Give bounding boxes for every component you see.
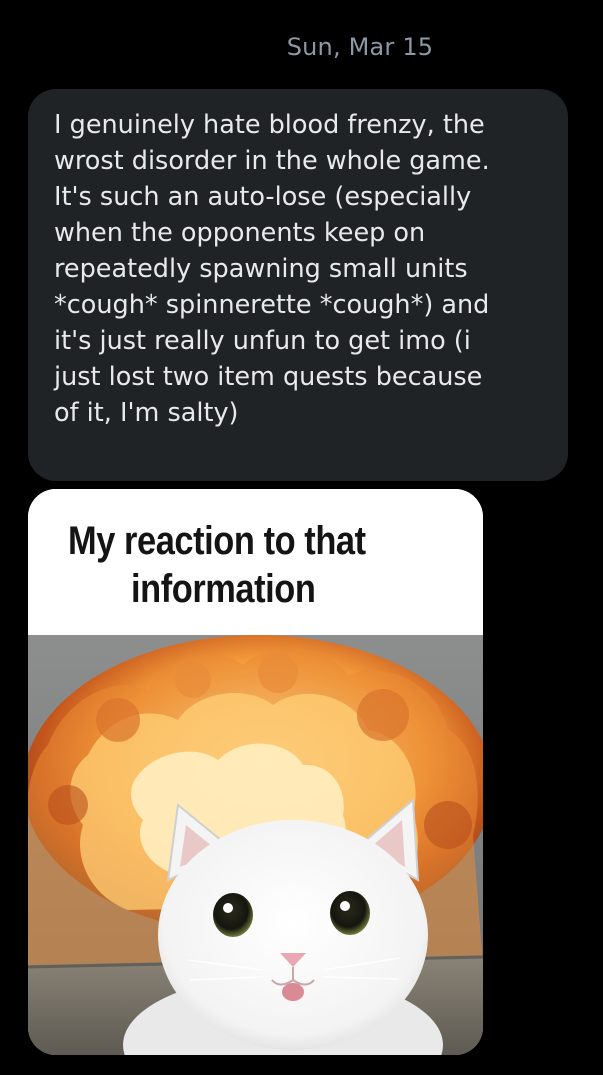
message-text-line: *cough* spinnerette *cough*) and	[54, 290, 490, 320]
message-text-line: repeatedly spawning small units	[54, 254, 468, 284]
message-text-line: of it, I'm salty)	[54, 398, 239, 428]
meme-caption-line: My reaction to that	[68, 519, 366, 563]
message-text-line: It's such an auto-lose (especially	[54, 182, 472, 212]
message-text-line: it's just really unfun to get imo (i	[54, 326, 471, 356]
meme-caption: My reaction to that information	[28, 489, 483, 635]
message-bubble[interactable]: I genuinely hate blood frenzy, the wrost…	[28, 89, 568, 481]
cat-explosion-photo	[28, 635, 483, 1055]
message-text-line: wrost disorder in the whole game.	[54, 146, 490, 176]
message-text-line: just lost two item quests because	[54, 362, 483, 392]
meme-caption-line: information	[131, 567, 316, 611]
meme-image-attachment[interactable]: My reaction to that information	[28, 489, 483, 1055]
message-text-line: I genuinely hate blood frenzy, the	[54, 110, 485, 140]
cat-tongue	[282, 983, 304, 1001]
date-divider: Sun, Mar 15	[286, 33, 434, 61]
message-text-line: when the opponents keep on	[54, 218, 426, 248]
